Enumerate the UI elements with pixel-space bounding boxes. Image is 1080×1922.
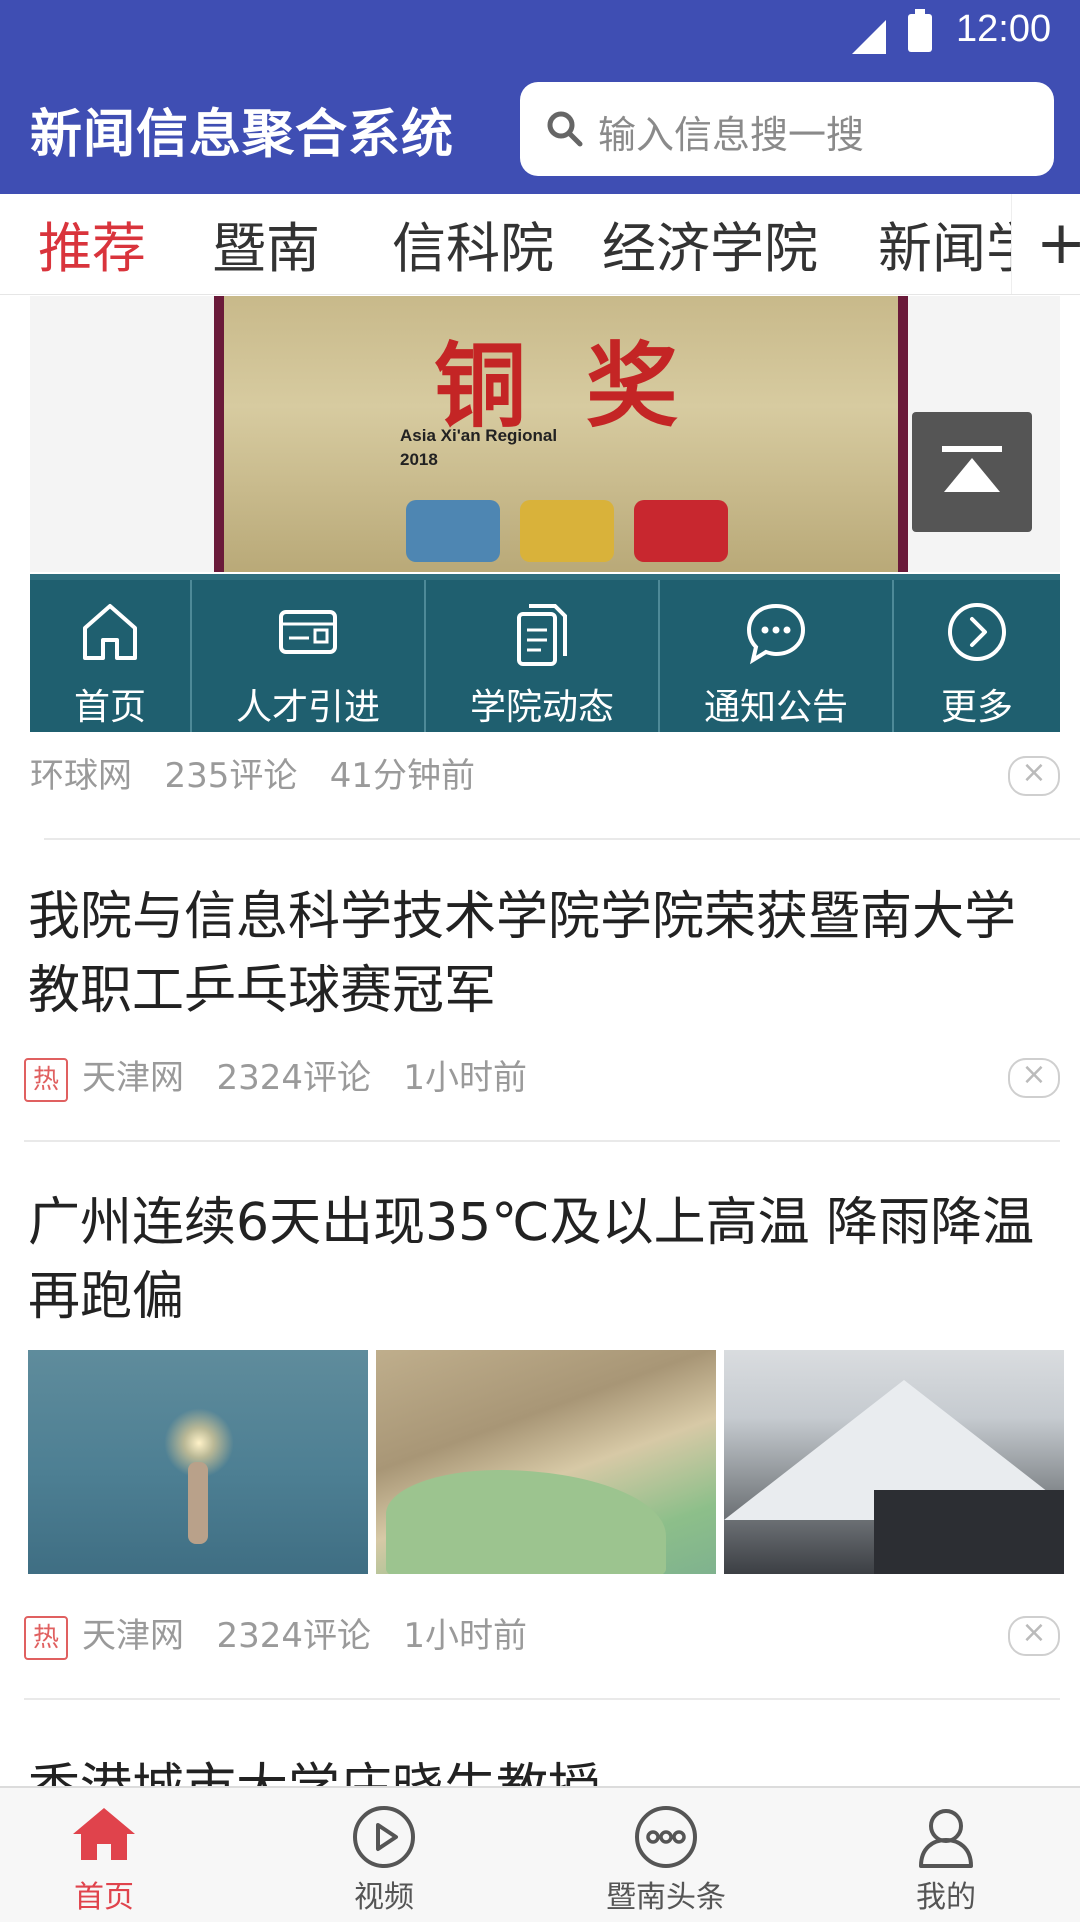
bottom-nav-headlines-label: 暨南头条: [606, 1880, 726, 1915]
dismiss-button[interactable]: ×: [1008, 755, 1060, 796]
quick-nav-college-news-label: 学院动态: [469, 687, 614, 728]
bottom-nav-home[interactable]: 首页: [4, 1788, 204, 1922]
scroll-to-top-button[interactable]: [912, 412, 1032, 532]
quick-nav-notices[interactable]: 通知公告: [660, 580, 894, 732]
hot-badge: 热: [24, 1057, 68, 1102]
hot-badge: 热: [24, 1615, 68, 1660]
search-placeholder: 输入信息搜一搜: [598, 113, 865, 157]
article-title[interactable]: 广州连续6天出现35℃及以上高温 降雨降温再跑偏: [28, 1186, 1058, 1334]
app-title: 新闻信息聚合系统: [30, 105, 455, 165]
app-header: 12:00 新闻信息聚合系统 输入信息搜一搜: [0, 0, 1080, 194]
status-time: 12:00: [956, 8, 1052, 50]
play-circle-icon: [353, 1806, 415, 1868]
add-tab-label: +: [1036, 208, 1080, 278]
article-time: 41分钟前: [329, 756, 476, 796]
bulb-block: [520, 500, 614, 562]
article-time: 1小时前: [403, 1058, 528, 1098]
chat-bubble-icon: [746, 603, 806, 665]
banner-image[interactable]: 铜奖 Asia Xi'an Regional 2018: [30, 296, 1060, 572]
search-input[interactable]: 输入信息搜一搜: [520, 82, 1054, 176]
divider: [24, 1140, 1060, 1142]
article-source: 天津网: [82, 1616, 184, 1656]
bottom-nav-profile[interactable]: 我的: [846, 1788, 1046, 1922]
article-title[interactable]: 我院与信息科学技术学院学院荣获暨南大学教职工乒乓球赛冠军: [28, 880, 1058, 1028]
quick-nav-home[interactable]: 首页: [30, 580, 192, 732]
bottom-nav-video-label: 视频: [354, 1880, 414, 1915]
article-comments: 2324评论: [216, 1058, 371, 1098]
award-plaque: 铜奖 Asia Xi'an Regional 2018: [214, 296, 908, 572]
home-icon: [73, 1808, 135, 1860]
bottom-nav-home-label: 首页: [74, 1880, 134, 1915]
article-time: 1小时前: [403, 1616, 528, 1656]
tab-recommend[interactable]: 推荐: [38, 204, 146, 283]
search-icon: [547, 111, 583, 147]
quick-nav-college-news[interactable]: 学院动态: [426, 580, 660, 732]
quick-nav-bar: 首页 人才引进 学院动态 通知公告 更多: [30, 574, 1060, 732]
scroll-top-arrow-icon: [944, 458, 1000, 492]
signal-icon: [852, 20, 886, 54]
bottom-nav-profile-label: 我的: [916, 1880, 976, 1915]
snowy-mountain-village-image[interactable]: [724, 1350, 1064, 1574]
quick-nav-home-label: 首页: [73, 687, 146, 728]
balloon-block: [634, 500, 728, 562]
tab-info-science[interactable]: 信科院: [392, 204, 554, 283]
user-icon: [919, 1809, 973, 1868]
cloud-block: [406, 500, 500, 562]
article-comments: 235评论: [164, 756, 298, 796]
quick-nav-talent[interactable]: 人才引进: [192, 580, 426, 732]
sparkler-in-sea-image[interactable]: [28, 1350, 368, 1574]
bottom-nav: 首页 视频 暨南头条 我的: [0, 1786, 1080, 1922]
dismiss-icon: ×: [1021, 755, 1047, 790]
divider: [44, 838, 1080, 840]
award-region: Asia Xi'an Regional 2018: [400, 424, 557, 472]
add-tab-button[interactable]: +: [1011, 194, 1080, 294]
tab-economics[interactable]: 经济学院: [602, 204, 818, 283]
dismiss-button[interactable]: ×: [1008, 1615, 1060, 1656]
dismiss-button[interactable]: ×: [1008, 1057, 1060, 1098]
category-tabs: 推荐 暨南 信科院 经济学院 新闻学院 +: [0, 194, 1080, 295]
id-card-icon: [279, 610, 337, 654]
scroll-top-bar: [942, 446, 1002, 452]
home-icon: [83, 604, 137, 660]
quick-nav-talent-label: 人才引进: [235, 687, 380, 728]
article-source: 天津网: [82, 1058, 184, 1098]
quick-nav-more[interactable]: 更多: [894, 580, 1060, 732]
article-source: 环球网: [30, 756, 132, 796]
status-bar: 12:00: [760, 0, 1080, 62]
quarry-aerial-image[interactable]: [376, 1350, 716, 1574]
quick-nav-more-label: 更多: [940, 687, 1013, 728]
quick-nav-notices-label: 通知公告: [703, 687, 848, 728]
chevron-right-circle-icon: [948, 603, 1006, 661]
document-icon: [517, 604, 567, 666]
article-image-row: [28, 1350, 1064, 1574]
article-meta: 热天津网 2324评论 1小时前: [24, 1608, 527, 1660]
award-region-line1: Asia Xi'an Regional: [400, 426, 558, 445]
article-meta: 热天津网 2324评论 1小时前: [24, 1050, 527, 1102]
bottom-nav-video[interactable]: 视频: [284, 1788, 484, 1922]
bottom-nav-headlines[interactable]: 暨南头条: [566, 1788, 766, 1922]
more-circle-icon: [635, 1806, 697, 1868]
dismiss-icon: ×: [1021, 1615, 1047, 1650]
dismiss-icon: ×: [1021, 1057, 1047, 1092]
tab-jinan[interactable]: 暨南: [212, 204, 320, 283]
divider: [24, 1698, 1060, 1700]
article-meta: 环球网 235评论 41分钟前: [30, 748, 475, 797]
article-comments: 2324评论: [216, 1616, 371, 1656]
battery-icon: [908, 9, 932, 52]
award-region-line2: 2018: [400, 450, 438, 469]
